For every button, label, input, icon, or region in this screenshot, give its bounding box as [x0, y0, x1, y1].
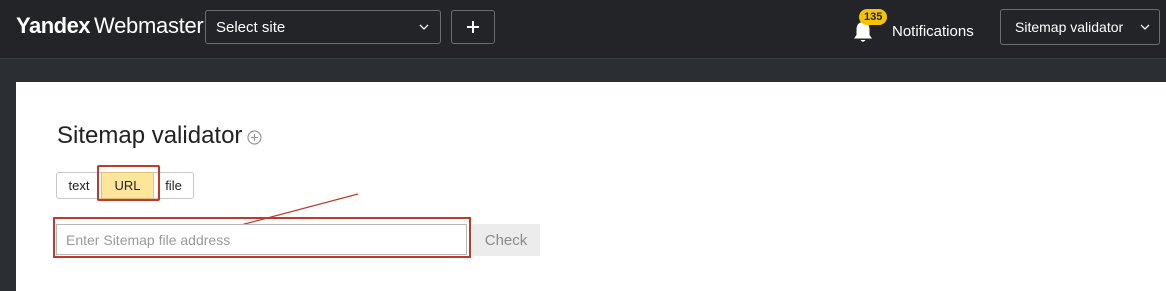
- notifications-label: Notifications: [892, 22, 974, 40]
- logo[interactable]: Yandex Webmaster: [16, 13, 204, 39]
- tool-select-label: Sitemap validator: [1015, 19, 1124, 35]
- input-mode-tabs: text URL file: [56, 172, 194, 199]
- info-icon[interactable]: [247, 129, 263, 145]
- plus-icon: [467, 21, 479, 33]
- logo-brand: Yandex: [16, 13, 91, 38]
- notifications-count-badge: 135: [859, 9, 888, 25]
- chevron-down-icon: [1140, 24, 1150, 30]
- site-select-label: Select site: [216, 18, 286, 36]
- tab-text[interactable]: text: [56, 172, 102, 199]
- content-panel: Sitemap validator text URL file Check: [16, 82, 1166, 291]
- page-title: Sitemap validator: [57, 122, 263, 150]
- site-select-dropdown[interactable]: Select site: [205, 10, 441, 44]
- logo-product: Webmaster: [94, 13, 204, 38]
- chevron-down-icon: [419, 24, 429, 30]
- tab-file[interactable]: file: [153, 172, 194, 199]
- notifications-button[interactable]: 135 Notifications: [852, 8, 974, 48]
- top-header: Yandex Webmaster Select site 135 Notifica…: [0, 0, 1166, 59]
- add-site-button[interactable]: [451, 10, 495, 44]
- tab-url[interactable]: URL: [101, 172, 154, 199]
- check-button[interactable]: Check: [472, 224, 540, 256]
- page-title-text: Sitemap validator: [57, 122, 243, 149]
- sitemap-url-input[interactable]: [56, 224, 467, 255]
- tool-select-dropdown[interactable]: Sitemap validator: [1000, 9, 1160, 45]
- bell-icon: 135: [852, 9, 888, 46]
